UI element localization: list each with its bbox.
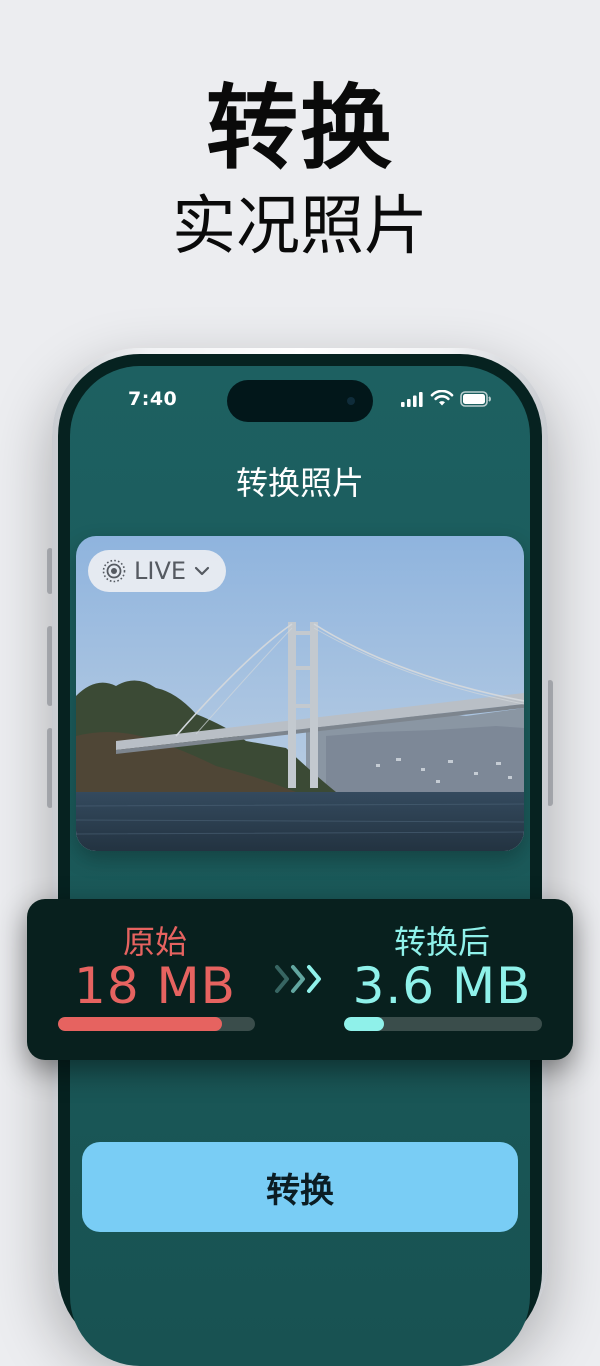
live-photo-icon xyxy=(102,559,126,583)
live-photo-preview[interactable]: LIVE xyxy=(76,536,524,851)
converted-size-bar-fill xyxy=(344,1017,384,1031)
chevron-down-icon xyxy=(194,566,210,576)
battery-icon xyxy=(460,390,491,407)
dynamic-island xyxy=(227,380,373,422)
convert-button[interactable]: 转换 xyxy=(82,1142,518,1232)
status-icons xyxy=(400,390,492,407)
status-time: 7:40 xyxy=(128,388,178,410)
original-size-value: 18 MB xyxy=(74,957,236,1015)
promo-subheadline: 实况照片 xyxy=(172,190,428,264)
camera-icon xyxy=(347,397,355,405)
promo-headline: 转换 xyxy=(205,75,394,182)
size-comparison-panel: 原始 18 MB 转换后 3.6 MB xyxy=(27,899,573,1060)
original-size-bar xyxy=(58,1017,255,1031)
live-badge[interactable]: LIVE xyxy=(88,550,227,592)
converted-size-value: 3.6 MB xyxy=(352,957,532,1015)
converted-size-bar xyxy=(344,1017,542,1031)
live-badge-label: LIVE xyxy=(134,557,187,585)
triple-chevron-right-icon xyxy=(275,965,321,993)
original-size-bar-fill xyxy=(58,1017,222,1031)
signal-icon xyxy=(401,391,423,407)
wifi-icon xyxy=(430,390,454,406)
screen-title: 转换照片 xyxy=(235,464,364,502)
